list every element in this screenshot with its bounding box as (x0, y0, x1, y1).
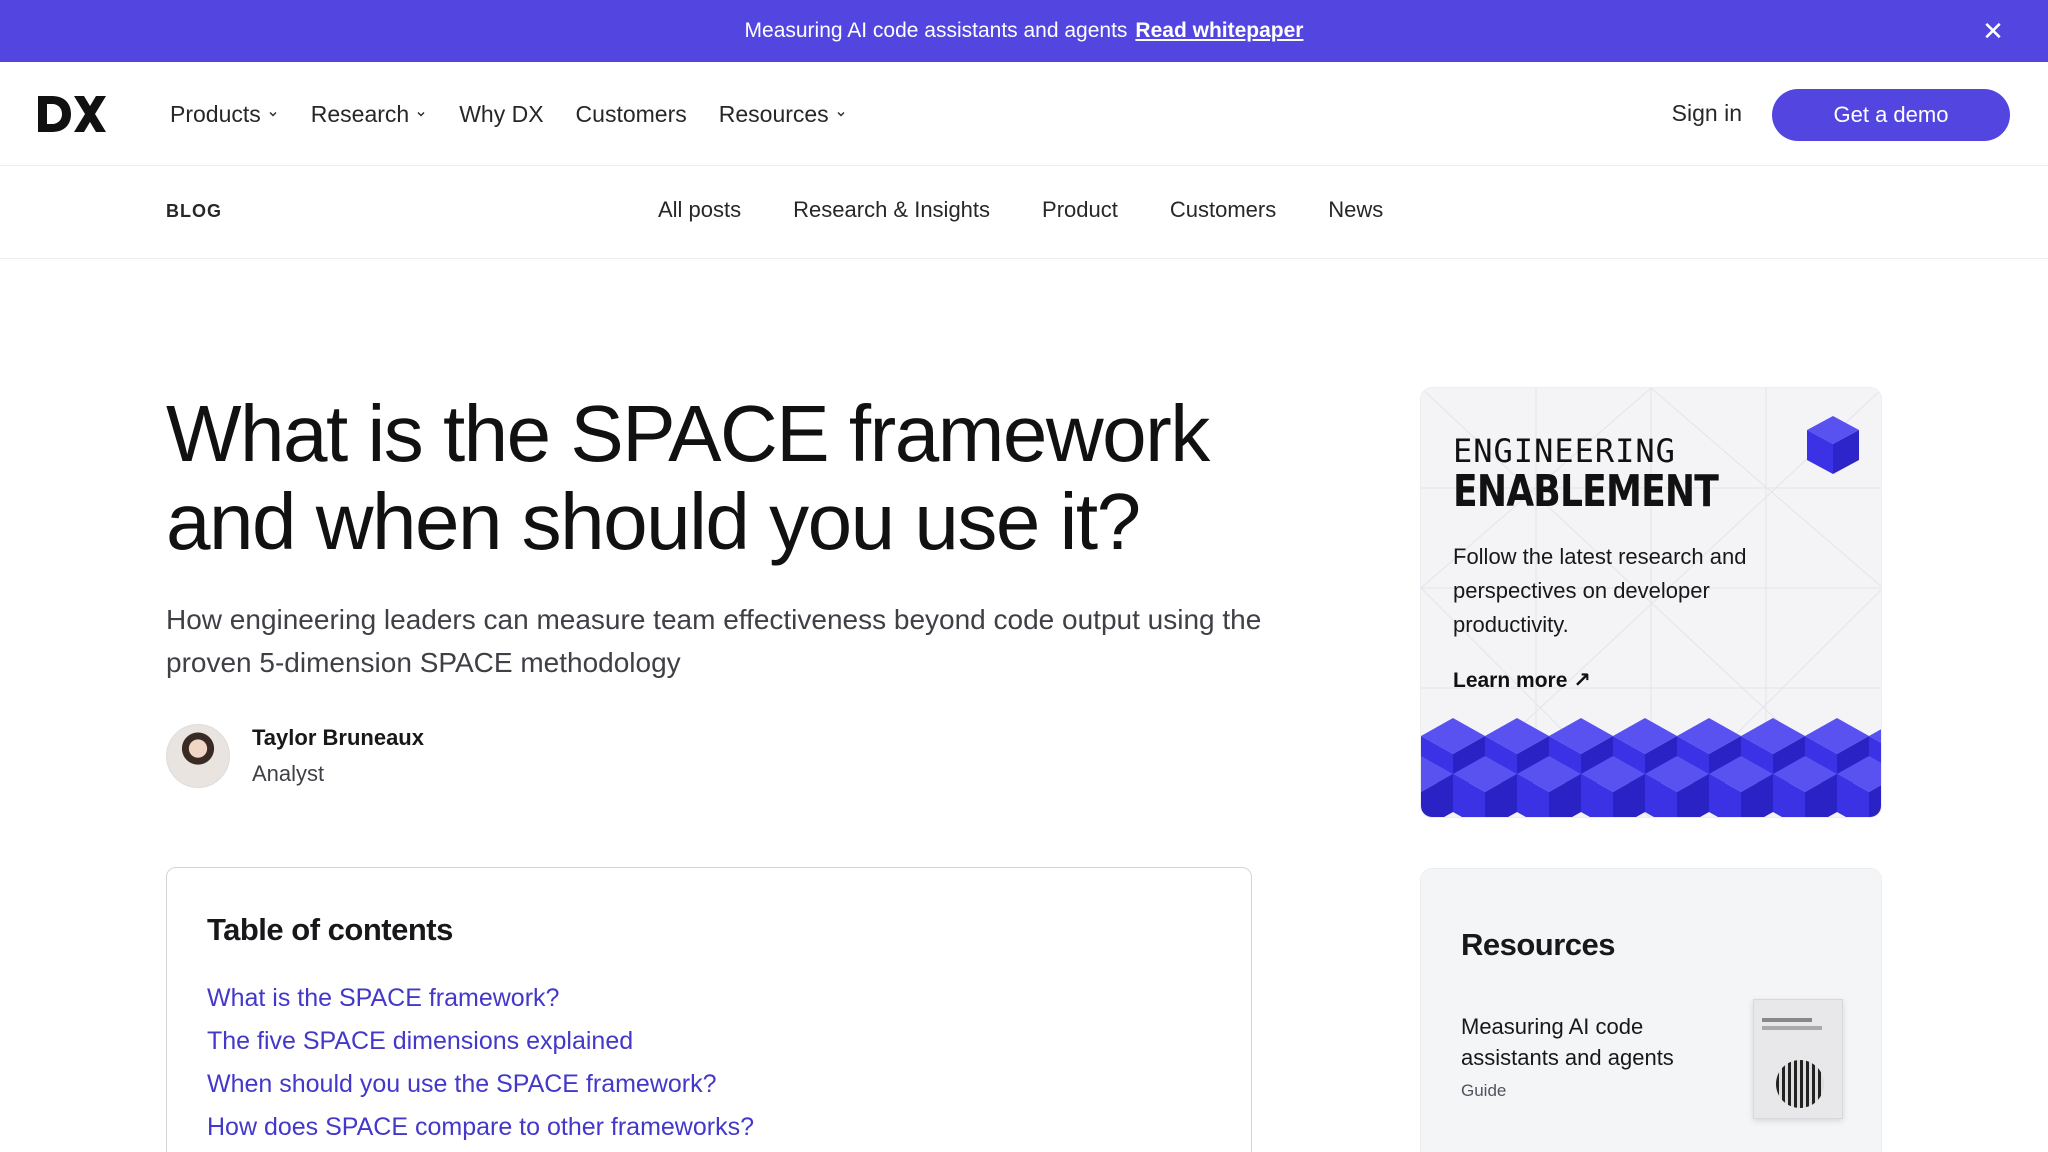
blog-label[interactable]: BLOG (166, 201, 222, 222)
table-of-contents: Table of contents What is the SPACE fram… (166, 867, 1252, 1152)
read-whitepaper-link[interactable]: Read whitepaper (1135, 19, 1303, 43)
category-research-insights[interactable]: Research & Insights (793, 197, 990, 223)
nav-why-dx[interactable]: Why DX (459, 101, 543, 128)
category-product[interactable]: Product (1042, 197, 1118, 223)
close-icon[interactable]: ✕ (1976, 14, 2010, 48)
thumbnail-line (1762, 1018, 1812, 1022)
toc-heading: Table of contents (207, 912, 453, 947)
resource-item-type: Guide (1461, 1081, 1507, 1100)
blog-categories: All posts Research & Insights Product Cu… (658, 197, 1383, 223)
nav-resources-label: Resources (718, 100, 829, 127)
toc-link[interactable]: The five SPACE dimensions explained (207, 1027, 1211, 1056)
main-nav: Products Research Why DX Customers Resou… (0, 62, 2048, 166)
card-headline: ENABLEMENT (1453, 466, 1719, 517)
article-title-line-2: and when should you use it? (166, 477, 1141, 566)
article-subtitle: How engineering leaders can measure team… (166, 604, 1262, 678)
nav-customers[interactable]: Customers (576, 101, 687, 128)
nav-customers-label: Customers (575, 100, 687, 127)
chevron-down-icon (417, 112, 425, 117)
toc-link[interactable]: What is the SPACE framework? (207, 984, 1211, 1013)
category-customers[interactable]: Customers (1170, 197, 1276, 223)
card-eyebrow: ENGINEERING (1453, 432, 1676, 470)
nav-products[interactable]: Products (170, 101, 279, 128)
toc-link[interactable]: When should you use the SPACE framework? (207, 1070, 1211, 1099)
nav-products-label: Products (170, 100, 261, 127)
cube-pattern (1421, 718, 1881, 817)
get-demo-button[interactable]: Get a demo (1772, 89, 2010, 141)
article-title: What is the SPACE framework and when sho… (166, 390, 1266, 566)
resources-card: Resources Measuring AI code assistants a… (1420, 868, 1882, 1152)
blog-subnav: BLOG All posts Research & Insights Produ… (0, 167, 2048, 259)
nav-research[interactable]: Research (311, 101, 427, 128)
nav-links: Products Research Why DX Customers Resou… (170, 62, 847, 166)
chevron-down-icon (269, 112, 277, 117)
card-description: Follow the latest research and perspecti… (1453, 544, 1747, 637)
author-block: Taylor Bruneaux Analyst (166, 724, 424, 788)
nav-resources[interactable]: Resources (719, 101, 847, 128)
avatar (166, 724, 230, 788)
cube-icon (1807, 416, 1859, 474)
resources-heading: Resources (1461, 927, 1616, 962)
category-all-posts[interactable]: All posts (658, 197, 741, 223)
engineering-enablement-card[interactable]: ENGINEERING ENABLEMENT Follow the latest… (1420, 387, 1882, 818)
announcement-text: Measuring AI code assistants and agents (744, 19, 1128, 42)
thumbnail-line (1762, 1026, 1822, 1030)
chevron-down-icon (837, 112, 845, 117)
nav-research-label: Research (310, 100, 410, 127)
thumbnail-graphic (1776, 1060, 1824, 1108)
author-name[interactable]: Taylor Bruneaux (252, 725, 424, 751)
sign-in-link[interactable]: Sign in (1672, 100, 1742, 127)
article-title-line-1: What is the SPACE framework (166, 389, 1210, 478)
nav-why-dx-label: Why DX (459, 100, 544, 127)
announcement-bar: Measuring AI code assistants and agents … (0, 0, 2048, 62)
learn-more-link[interactable]: Learn more ↗ (1453, 668, 1591, 693)
category-news[interactable]: News (1328, 197, 1383, 223)
resource-thumbnail[interactable] (1753, 999, 1843, 1119)
resource-item-title[interactable]: Measuring AI code assistants and agents (1461, 1011, 1701, 1073)
dx-logo[interactable] (36, 92, 106, 136)
author-role: Analyst (252, 761, 325, 786)
toc-link[interactable]: How does SPACE compare to other framewor… (207, 1113, 1211, 1142)
